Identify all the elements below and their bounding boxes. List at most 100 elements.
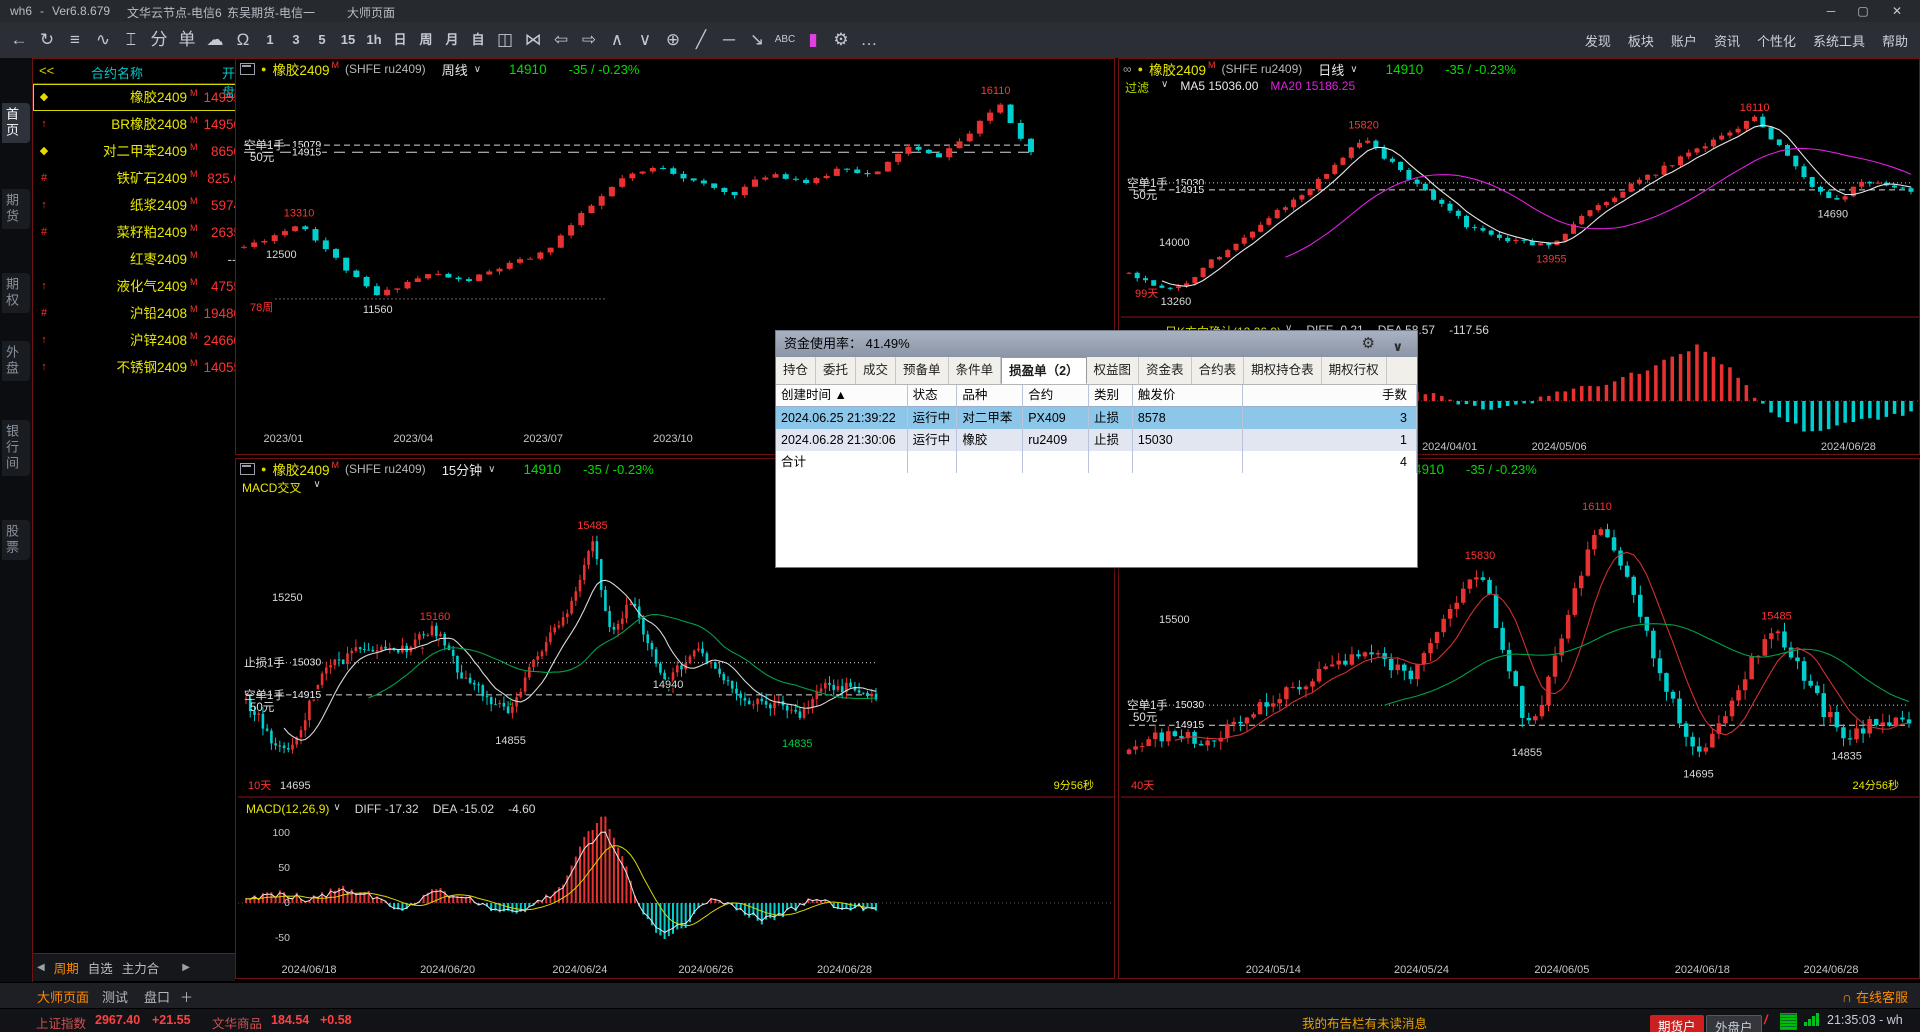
period-button-月[interactable]: 月 (440, 23, 464, 57)
quote-list-icon[interactable]: ≡ (62, 23, 88, 57)
watchlist-row[interactable]: ◆ 对二甲苯2409M 8650 (33, 138, 236, 165)
menu-item-1[interactable]: 发现 (1585, 31, 1611, 50)
period-selector[interactable]: 周线 (442, 60, 468, 79)
alert-bell-icon[interactable]: Ω (230, 23, 256, 57)
panel-tab-期权行权[interactable]: 期权行权 (1321, 357, 1387, 384)
page-left-icon[interactable]: ⇦ (548, 23, 574, 57)
chart-window-icon[interactable] (240, 63, 255, 75)
node-tab-broker[interactable]: 东吴期货-电信一 (227, 4, 315, 21)
color-swatch[interactable]: ▮ (800, 23, 826, 57)
period-button-5[interactable]: 5 (310, 23, 334, 57)
back-icon[interactable]: ← (6, 23, 32, 57)
hline-tool-icon[interactable]: ─ (716, 23, 742, 57)
gear-icon[interactable]: ⚙ (1362, 335, 1375, 353)
chart-instrument[interactable]: 橡胶2409 (1149, 59, 1206, 79)
watchlist-row[interactable]: ◆ 橡胶2409M 14955 (33, 84, 236, 111)
index1-label[interactable]: 上证指数 (36, 1013, 86, 1032)
indicator-name[interactable]: MACD(12,26,9) (246, 802, 329, 816)
chart-instrument[interactable]: 橡胶2409 (272, 459, 329, 479)
watchlist-row[interactable]: 红枣2409M--- (33, 246, 236, 273)
menu-item-4[interactable]: 资讯 (1714, 31, 1740, 50)
more-icon[interactable]: … (856, 23, 882, 57)
watchlist-row[interactable]: # 菜籽粕2409M 2635 (33, 219, 236, 246)
panel-tab-条件单[interactable]: 条件单 (948, 357, 1002, 384)
settings-gear-icon[interactable]: ⚙ (828, 23, 854, 57)
signal-overlay-selector[interactable]: MACD交叉 (242, 479, 301, 496)
watchlist-group-tab-周期[interactable]: 周期 (54, 958, 79, 977)
page-right-icon[interactable]: ⇨ (576, 23, 602, 57)
sidebar-tab-期货[interactable]: 期货 (2, 189, 30, 229)
sidebar-tab-期权[interactable]: 期权 (2, 273, 30, 313)
period-selector[interactable]: 15分钟 (442, 460, 482, 479)
notice-message[interactable]: 我的布告栏有未读消息 (1302, 1013, 1427, 1032)
menu-item-2[interactable]: 板块 (1628, 31, 1654, 50)
text-tool-icon[interactable]: ABC (772, 23, 798, 57)
panel-tab-委托[interactable]: 委托 (816, 357, 857, 384)
menu-item-3[interactable]: 账户 (1671, 31, 1697, 50)
maximize-button[interactable]: ▢ (1850, 4, 1876, 18)
trend-chart-icon[interactable]: ∿ (90, 23, 116, 57)
watchlist-row[interactable]: ↑ 纸浆2409M 5974 (33, 192, 236, 219)
page-tab-大师页面[interactable]: 大师页面 (32, 987, 94, 1011)
sidebar-tab-股票[interactable]: 股票 (2, 520, 30, 560)
watchlist-group-tab-自选[interactable]: 自选 (88, 958, 113, 977)
chart-window-icon[interactable] (240, 463, 255, 475)
period-button-15[interactable]: 15 (336, 23, 360, 57)
period-button-1[interactable]: 1 (258, 23, 282, 57)
panel-tab-损盈单（2）[interactable]: 损盈单（2） (1001, 357, 1087, 384)
signal-overlay-selector[interactable]: 过滤 (1125, 79, 1149, 96)
link-charts-icon[interactable]: ⋈ (520, 23, 546, 57)
period-button-1h[interactable]: 1h (362, 23, 386, 57)
table-row[interactable]: 2024.06.28 21:30:06 运行中 橡胶 ru2409 止损 15030 1 (776, 429, 1417, 451)
panel-tab-成交[interactable]: 成交 (856, 357, 897, 384)
panel-tab-合约表[interactable]: 合约表 (1191, 357, 1245, 384)
period-selector[interactable]: 日线 (1318, 60, 1344, 79)
page-tab-盘口[interactable]: 盘口 (144, 987, 170, 1006)
kline-chart-icon[interactable]: ⌶ (118, 23, 144, 57)
column-name-header[interactable]: 合约名称 (91, 63, 143, 82)
chart-instrument[interactable]: 橡胶2409 (272, 59, 329, 79)
panel-tab-持仓[interactable]: 持仓 (776, 357, 817, 384)
chevron-down-icon[interactable]: ∨ (488, 464, 495, 475)
trendline-tool-icon[interactable]: ╱ (688, 23, 714, 57)
period-button-周[interactable]: 周 (414, 23, 438, 57)
online-service-link[interactable]: ∩ 在线客服 (1842, 987, 1908, 1006)
sidebar-tab-外盘[interactable]: 外盘 (2, 341, 30, 381)
watchlist-row[interactable]: ↑ 不锈钢2409M 14055 (33, 354, 236, 381)
scroll-down-icon[interactable]: ∨ (632, 23, 658, 57)
order-ticket-icon[interactable]: 单 (174, 23, 200, 57)
watchlist-row[interactable]: ↑ 沪锌2408M 24660 (33, 327, 236, 354)
menu-item-7[interactable]: 帮助 (1882, 31, 1908, 50)
scroll-up-icon[interactable]: ∧ (604, 23, 630, 57)
split-screen-icon[interactable]: ◫ (492, 23, 518, 57)
menu-item-6[interactable]: 系统工具 (1813, 31, 1865, 50)
crosshair-icon[interactable]: ⊕ (660, 23, 686, 57)
chevron-down-icon[interactable]: ∨ (313, 479, 320, 496)
table-header-row[interactable]: 创建时间 ▲ 状态 品种 合约 类别 触发价 手数 (776, 385, 1417, 407)
chevron-down-icon[interactable]: ∨ (474, 64, 481, 75)
cloud-icon[interactable]: ☁ (202, 23, 228, 57)
panel-titlebar[interactable]: 资金使用率： 41.49% ⚙ ∨ (776, 331, 1417, 357)
period-button-日[interactable]: 日 (388, 23, 412, 57)
page-tab-测试[interactable]: 测试 (102, 987, 128, 1006)
period-button-3[interactable]: 3 (284, 23, 308, 57)
watchlist-row[interactable]: # 铁矿石2409M 825.0 (33, 165, 236, 192)
minimize-button[interactable]: ─ (1818, 4, 1844, 18)
watchlist-group-tab-主力合[interactable]: 主力合 (122, 958, 160, 977)
link-charts-icon[interactable]: ∞ (1123, 62, 1132, 76)
refresh-icon[interactable]: ↻ (34, 23, 60, 57)
order-monitor-panel[interactable]: 资金使用率： 41.49% ⚙ ∨ 持仓 委托 成交 预备单 条件单 损盈单（2） 权益图资… (775, 330, 1418, 568)
table-row[interactable]: 2024.06.25 21:39:22 运行中 对二甲苯 PX409 止损 8578 3 (776, 407, 1417, 429)
ray-tool-icon[interactable]: ↘ (744, 23, 770, 57)
watchlist-row[interactable]: ↑ 液化气2409M 4755 (33, 273, 236, 300)
minute-chart-icon[interactable]: 分 (146, 23, 172, 57)
node-tab-cloud[interactable]: 文华云节点-电信6 (127, 4, 222, 21)
prev-group-arrow[interactable]: ◀ (37, 962, 45, 973)
sidebar-tab-银行间[interactable]: 银行间 (2, 420, 30, 476)
watchlist-row[interactable]: ↑ BR橡胶2408M 14950 (33, 111, 236, 138)
table-total-row[interactable]: 合计 4 (776, 451, 1417, 473)
menu-item-5[interactable]: 个性化 (1757, 31, 1796, 50)
panel-tab-资金表[interactable]: 资金表 (1139, 357, 1192, 384)
panel-tab-权益图[interactable]: 权益图 (1086, 357, 1140, 384)
watchlist-row[interactable]: # 沪铅2408M 19480 (33, 300, 236, 327)
